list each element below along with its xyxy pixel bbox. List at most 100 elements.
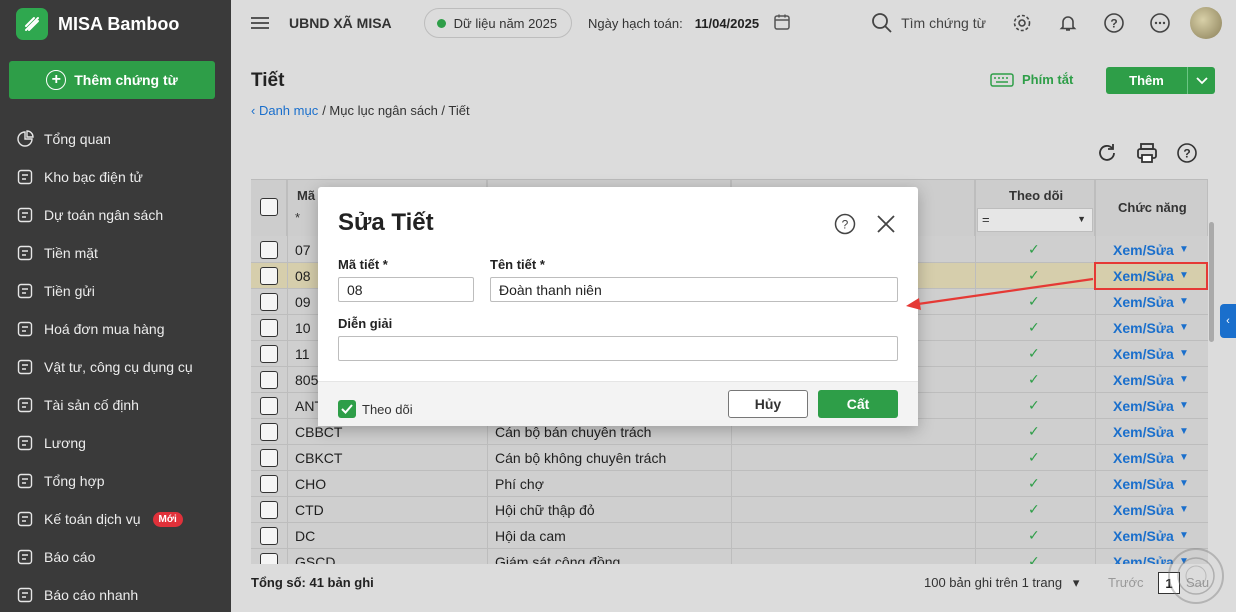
table-row[interactable]: CHO Phí chợ ✓ Xem/Sửa ▼ — [251, 471, 1208, 497]
more-icon[interactable] — [1144, 7, 1176, 39]
hotkey-button[interactable]: Phím tắt — [990, 72, 1073, 87]
row-checkbox[interactable] — [260, 422, 278, 441]
search-vouchers[interactable]: Tìm chứng từ — [871, 12, 986, 34]
posting-date-value[interactable]: 11/04/2025 — [695, 16, 759, 31]
sidebar-item-1[interactable]: Kho bạc điện tử — [0, 158, 231, 196]
caret-down-icon[interactable]: ▼ — [1179, 322, 1189, 333]
table-row[interactable]: GSCD Giám sát cộng đồng ✓ Xem/Sửa ▼ — [251, 549, 1208, 564]
view-edit-link[interactable]: Xem/Sửa — [1113, 476, 1174, 492]
caret-down-icon[interactable]: ▼ — [1179, 504, 1189, 515]
row-checkbox[interactable] — [260, 240, 278, 259]
header-select-all[interactable] — [251, 180, 287, 236]
follow-filter[interactable]: = ▼ — [977, 208, 1093, 232]
caret-down-icon[interactable]: ▼ — [1179, 296, 1189, 307]
save-button[interactable]: Cất — [818, 390, 898, 418]
view-edit-link[interactable]: Xem/Sửa — [1113, 320, 1174, 336]
menu-icon[interactable] — [251, 14, 269, 32]
add-button[interactable]: Thêm — [1106, 67, 1187, 94]
close-icon[interactable] — [875, 213, 897, 235]
table-row[interactable]: CBKCT Cán bộ không chuyên trách ✓ Xem/Sửa ▼ — [251, 445, 1208, 471]
view-edit-link[interactable]: Xem/Sửa — [1113, 528, 1174, 544]
avatar[interactable] — [1190, 7, 1222, 39]
caret-down-icon[interactable]: ▼ — [1179, 244, 1189, 255]
view-edit-link[interactable]: Xem/Sửa — [1113, 294, 1174, 310]
row-checkbox[interactable] — [260, 396, 278, 415]
view-edit-link[interactable]: Xem/Sửa — [1113, 502, 1174, 518]
row-checkbox[interactable] — [260, 344, 278, 363]
view-edit-link[interactable]: Xem/Sửa — [1113, 424, 1174, 440]
caret-down-icon[interactable]: ▼ — [1179, 348, 1189, 359]
view-edit-link[interactable]: Xem/Sửa — [1113, 346, 1174, 362]
breadcrumb-back-link[interactable]: ‹ Danh mục — [251, 103, 318, 118]
building-icon — [16, 396, 34, 414]
sidebar-item-3[interactable]: Tiền mặt — [0, 234, 231, 272]
caret-down-icon[interactable]: ▼ — [1179, 530, 1189, 541]
column-divider — [1095, 180, 1096, 564]
cancel-button[interactable]: Hủy — [728, 390, 808, 418]
caret-down-icon[interactable]: ▼ — [1179, 478, 1189, 489]
sidebar-item-4[interactable]: Tiền gửi — [0, 272, 231, 310]
brand[interactable]: MISA Bamboo — [0, 0, 231, 48]
view-edit-link[interactable]: Xem/Sửa — [1113, 450, 1174, 466]
collapse-panel-tab[interactable]: ‹ — [1220, 304, 1236, 338]
help-icon[interactable]: ? — [1098, 7, 1130, 39]
sidebar-item-0[interactable]: Tổng quan — [0, 120, 231, 158]
caret-down-icon[interactable]: ▼ — [1179, 452, 1189, 463]
sidebar-item-label: Dự toán ngân sách — [44, 207, 164, 223]
prev-page-button[interactable]: Trước — [1108, 575, 1144, 590]
view-edit-link[interactable]: Xem/Sửa — [1113, 554, 1174, 565]
follow-checkbox[interactable]: Theo dõi — [338, 400, 413, 418]
page-title: Tiết — [251, 70, 285, 91]
sidebar-item-9[interactable]: Tổng hợp — [0, 462, 231, 500]
row-checkbox[interactable] — [260, 448, 278, 467]
sidebar-item-8[interactable]: Lương — [0, 424, 231, 462]
check-icon: ✓ — [1028, 449, 1040, 465]
name-input[interactable]: Đoàn thanh niên — [490, 277, 898, 302]
settings-gear-icon[interactable] — [1006, 7, 1038, 39]
check-icon: ✓ — [1028, 397, 1040, 413]
row-checkbox[interactable] — [260, 292, 278, 311]
sidebar-item-7[interactable]: Tài sản cố định — [0, 386, 231, 424]
org-name[interactable]: UBND XÃ MISA — [289, 15, 392, 31]
sidebar-item-6[interactable]: Vật tư, công cụ dụng cụ — [0, 348, 231, 386]
check-icon: ✓ — [1028, 345, 1040, 361]
sidebar-item-10[interactable]: Kế toán dịch vụ Mới — [0, 500, 231, 538]
add-voucher-button[interactable]: + Thêm chứng từ — [9, 61, 215, 99]
row-checkbox[interactable] — [260, 370, 278, 389]
code-input[interactable]: 08 — [338, 277, 474, 302]
follow-label: Theo dõi — [362, 401, 413, 417]
sidebar-item-12[interactable]: Báo cáo nhanh — [0, 576, 231, 612]
refresh-icon[interactable] — [1096, 142, 1118, 164]
calendar-icon[interactable] — [773, 13, 791, 34]
table-row[interactable]: CTD Hội chữ thập đỏ ✓ Xem/Sửa ▼ — [251, 497, 1208, 523]
select-all-checkbox[interactable] — [260, 198, 278, 216]
add-dropdown-button[interactable] — [1187, 67, 1215, 94]
help-circle-icon[interactable]: ? — [1176, 142, 1198, 164]
description-input[interactable] — [338, 336, 898, 361]
caret-down-icon[interactable]: ▼ — [1179, 400, 1189, 411]
row-checkbox[interactable] — [260, 266, 278, 285]
view-edit-link[interactable]: Xem/Sửa — [1113, 242, 1174, 258]
scrollbar-thumb[interactable] — [1209, 222, 1214, 342]
caret-down-icon[interactable]: ▼ — [1179, 374, 1189, 385]
service-icon — [16, 510, 34, 528]
page-size-selector[interactable]: 100 bản ghi trên 1 trang ▾ — [924, 575, 1079, 591]
row-checkbox[interactable] — [260, 318, 278, 337]
table-row[interactable]: DC Hội da cam ✓ Xem/Sửa ▼ — [251, 523, 1208, 549]
bell-icon[interactable] — [1052, 7, 1084, 39]
dialog-help-icon[interactable]: ? — [834, 213, 856, 235]
row-checkbox[interactable] — [260, 474, 278, 493]
data-year-selector[interactable]: Dữ liệu năm 2025 — [423, 8, 573, 38]
sidebar-item-2[interactable]: Dự toán ngân sách — [0, 196, 231, 234]
cell-code: GSCD — [295, 553, 336, 565]
sidebar-item-11[interactable]: Báo cáo — [0, 538, 231, 576]
print-icon[interactable] — [1136, 142, 1158, 164]
view-edit-link[interactable]: Xem/Sửa — [1113, 372, 1174, 388]
row-checkbox[interactable] — [260, 500, 278, 519]
caret-down-icon[interactable]: ▼ — [1179, 426, 1189, 437]
row-checkbox[interactable] — [260, 552, 278, 564]
sidebar-item-5[interactable]: Hoá đơn mua hàng — [0, 310, 231, 348]
view-edit-link[interactable]: Xem/Sửa — [1113, 398, 1174, 414]
check-icon: ✓ — [1028, 267, 1040, 283]
row-checkbox[interactable] — [260, 526, 278, 545]
